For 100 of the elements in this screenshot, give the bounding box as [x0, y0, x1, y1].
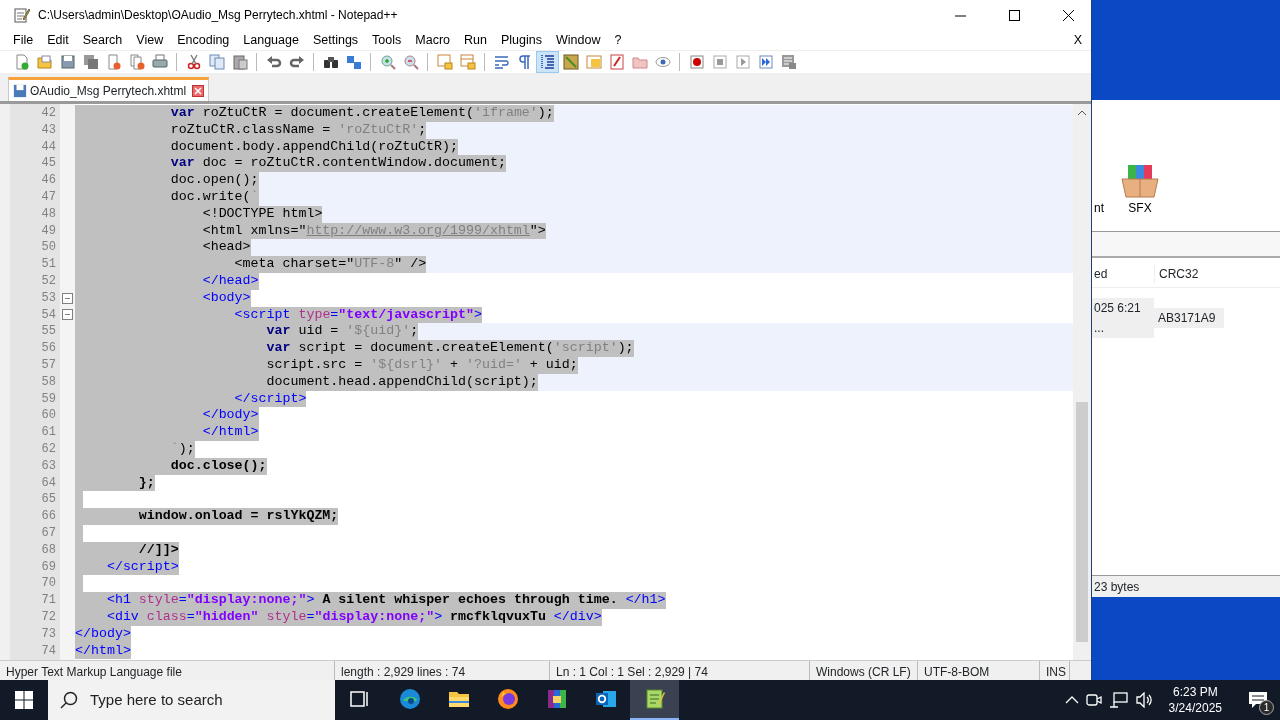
network-icon[interactable] — [1108, 692, 1129, 708]
save-all-icon — [82, 54, 99, 70]
word-wrap-icon — [493, 54, 510, 70]
print-icon — [151, 54, 168, 70]
line-number: 60 — [40, 407, 57, 425]
paste-icon — [231, 54, 248, 70]
windows-logo-icon — [15, 691, 33, 709]
line-number: 65 — [40, 491, 57, 509]
menu-item[interactable]: Tools — [365, 30, 409, 50]
line-number: 62 — [40, 440, 57, 458]
menu-item[interactable]: Macro — [408, 30, 458, 50]
close-icon — [1062, 9, 1074, 21]
line-number: 64 — [40, 474, 57, 492]
binoculars-icon — [322, 54, 339, 70]
document-map-icon — [585, 54, 602, 70]
line-number: 71 — [40, 592, 57, 609]
line-number: 56 — [40, 340, 57, 357]
scroll-up-icon[interactable] — [1077, 108, 1087, 118]
file-tab[interactable]: ʘAudio_Msg Perrytech.xhtml — [8, 77, 210, 101]
line-number: 55 — [40, 323, 57, 341]
line-number: 57 — [40, 356, 57, 374]
fold-icon[interactable] — [62, 292, 73, 304]
table-cell: 025 6:21 ... — [1092, 298, 1154, 338]
new-file-icon — [13, 54, 30, 70]
line-number: 68 — [40, 541, 57, 559]
menu-item[interactable]: Run — [457, 30, 494, 50]
chevron-up-icon[interactable] — [1064, 695, 1079, 705]
taskbar-app[interactable] — [630, 680, 679, 720]
search-input[interactable]: Type here to search — [88, 687, 318, 713]
menu-item[interactable]: Window — [548, 30, 608, 50]
menu-item[interactable]: ? — [607, 30, 629, 50]
clock-time[interactable]: 6:23 PM — [1172, 684, 1218, 700]
line-number: 67 — [40, 524, 57, 542]
save-macro-icon — [780, 54, 797, 70]
line-number: 52 — [40, 272, 57, 290]
redo-icon — [288, 54, 305, 70]
notification-button[interactable]: 1 — [1236, 680, 1280, 720]
notification-badge: 1 — [1259, 700, 1274, 715]
menu-item[interactable]: Encoding — [170, 30, 237, 50]
line-number: 66 — [40, 508, 57, 525]
menu-item[interactable]: Settings — [305, 30, 366, 50]
line-number: 72 — [40, 608, 57, 626]
copy-icon — [208, 54, 225, 70]
window-title: C:\Users\admin\Desktop\ʘAudio_Msg Perrytech.xhtml - Notepad++ — [38, 7, 399, 24]
menu-item[interactable]: Language — [236, 30, 306, 50]
maximize-icon — [1008, 9, 1020, 21]
replace-icon — [345, 54, 362, 70]
search-field[interactable]: Type here to search — [48, 680, 335, 720]
menu-item[interactable]: Plugins — [493, 30, 549, 50]
menu-item[interactable]: View — [129, 30, 171, 50]
eye-icon — [654, 54, 671, 70]
tab-label: ʘAudio_Msg Perrytech.xhtml — [30, 82, 187, 100]
status-text: 23 bytes — [1092, 575, 1280, 597]
folder-icon — [631, 54, 648, 70]
line-number: 63 — [40, 457, 57, 475]
search-icon — [60, 691, 78, 709]
line-number: 50 — [40, 239, 57, 257]
window-lock-icon — [459, 54, 476, 70]
camera-icon[interactable] — [1084, 692, 1103, 708]
line-number: 70 — [40, 575, 57, 593]
column-header[interactable]: CRC32 — [1154, 264, 1224, 283]
line-number: 47 — [40, 189, 57, 206]
save-icon — [59, 54, 76, 70]
stop-icon — [711, 54, 728, 70]
close-file-icon — [105, 54, 122, 70]
function-list-icon — [608, 54, 625, 70]
close-all-icon — [128, 54, 145, 70]
pilcrow-icon — [516, 54, 533, 70]
table-cell: AB3171A9 — [1154, 308, 1224, 328]
line-number: 43 — [40, 121, 57, 139]
indent-guide-icon — [539, 54, 556, 70]
menu-item[interactable]: File — [6, 30, 41, 50]
close-document-button[interactable]: X — [1066, 30, 1089, 50]
toolbar-label[interactable]: SFX — [1128, 199, 1152, 217]
tab-close-icon[interactable] — [192, 84, 205, 97]
menu-item[interactable]: Search — [75, 30, 130, 50]
menu-item[interactable]: Edit — [40, 30, 76, 50]
clock-date[interactable]: 3/24/2025 — [1168, 700, 1222, 716]
play-multiple-icon — [757, 54, 774, 70]
line-number: 69 — [40, 558, 57, 576]
open-folder-icon — [36, 54, 53, 70]
line-number: 48 — [40, 205, 57, 223]
fold-icon[interactable] — [62, 309, 73, 321]
record-icon — [688, 54, 705, 70]
zoom-out-icon — [402, 54, 419, 70]
save-icon — [13, 83, 27, 98]
toolbar-label[interactable]: nt — [1094, 199, 1104, 217]
column-header[interactable]: ed — [1092, 264, 1154, 283]
task-view-icon — [350, 690, 370, 708]
notepad-icon — [14, 7, 30, 23]
line-number: 46 — [40, 172, 57, 189]
line-number: 42 — [40, 105, 57, 122]
line-number: 44 — [40, 138, 57, 156]
line-number: 73 — [40, 625, 57, 643]
line-number: 61 — [40, 424, 57, 441]
line-number: 54 — [40, 306, 57, 324]
window-lock-icon — [436, 54, 453, 70]
undo-icon — [265, 54, 282, 70]
line-number: 58 — [40, 373, 57, 391]
speaker-icon[interactable] — [1134, 692, 1155, 708]
